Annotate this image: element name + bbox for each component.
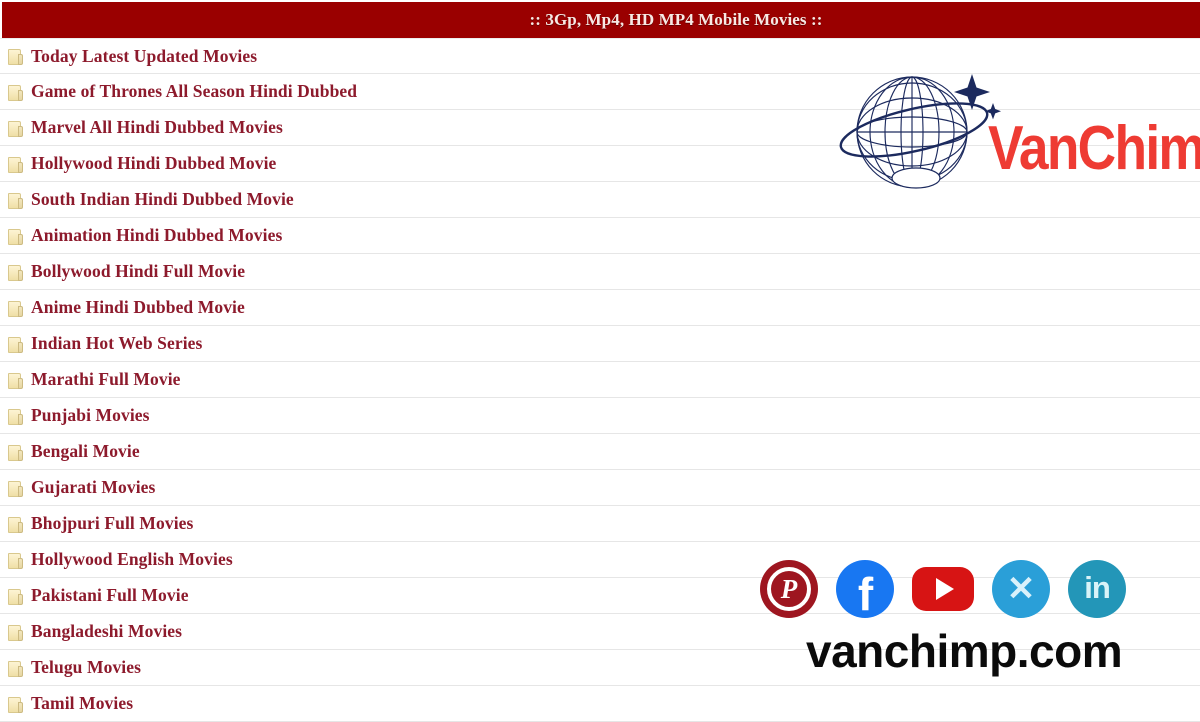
list-item-label: Bhojpuri Full Movies: [31, 513, 194, 533]
list-item[interactable]: Bangladeshi Movies: [0, 614, 1200, 650]
list-item-label: Bollywood Hindi Full Movie: [31, 261, 246, 281]
folder-icon: [8, 696, 23, 713]
folder-icon: [8, 192, 23, 209]
list-item[interactable]: Bengali Movie: [0, 434, 1200, 470]
list-item[interactable]: Gujarati Movies: [0, 470, 1200, 506]
list-item[interactable]: Bhojpuri Full Movies: [0, 506, 1200, 542]
list-item-label: Today Latest Updated Movies: [31, 45, 258, 66]
header-bar-container: :: 3Gp, Mp4, HD MP4 Mobile Movies ::: [0, 0, 1200, 38]
list-item-label: Animation Hindi Dubbed Movies: [31, 225, 283, 245]
folder-icon: [8, 156, 23, 173]
list-item-label: Marvel All Hindi Dubbed Movies: [31, 117, 283, 137]
list-item[interactable]: Tamil Movies: [0, 686, 1200, 722]
list-item-label: Bengali Movie: [31, 441, 140, 461]
list-item-label: Pakistani Full Movie: [31, 585, 189, 605]
list-item[interactable]: Hollywood Hindi Dubbed Movie: [0, 146, 1200, 182]
folder-icon: [8, 480, 23, 497]
list-item-label: Hollywood Hindi Dubbed Movie: [31, 153, 277, 173]
folder-icon: [8, 228, 23, 245]
folder-icon: [8, 516, 23, 533]
folder-icon: [8, 300, 23, 317]
folder-icon: [8, 408, 23, 425]
folder-icon: [8, 264, 23, 281]
list-item[interactable]: Punjabi Movies: [0, 398, 1200, 434]
folder-icon: [8, 84, 23, 101]
folder-icon: [8, 336, 23, 353]
list-item-label: Indian Hot Web Series: [31, 333, 203, 353]
folder-icon: [8, 48, 23, 65]
folder-icon: [8, 660, 23, 677]
list-item-label: Marathi Full Movie: [31, 369, 181, 389]
page-title: :: 3Gp, Mp4, HD MP4 Mobile Movies ::: [529, 10, 823, 29]
list-item[interactable]: Pakistani Full Movie: [0, 578, 1200, 614]
list-item[interactable]: Marathi Full Movie: [0, 362, 1200, 398]
list-item-label: Anime Hindi Dubbed Movie: [31, 297, 245, 317]
list-item-label: South Indian Hindi Dubbed Movie: [31, 189, 294, 209]
folder-icon: [8, 444, 23, 461]
list-item[interactable]: Today Latest Updated Movies: [0, 38, 1200, 74]
folder-icon: [8, 624, 23, 641]
list-item-label: Tamil Movies: [31, 693, 134, 713]
list-item-label: Punjabi Movies: [31, 405, 150, 425]
category-list: Today Latest Updated Movies Game of Thron…: [0, 38, 1200, 722]
list-item-label: Bangladeshi Movies: [31, 621, 183, 641]
folder-icon: [8, 552, 23, 569]
folder-icon: [8, 588, 23, 605]
list-item-label: Hollywood English Movies: [31, 549, 233, 569]
list-item[interactable]: Game of Thrones All Season Hindi Dubbed: [0, 74, 1200, 110]
list-item[interactable]: Hollywood English Movies: [0, 542, 1200, 578]
header-bar: :: 3Gp, Mp4, HD MP4 Mobile Movies ::: [2, 2, 1200, 38]
list-item[interactable]: Anime Hindi Dubbed Movie: [0, 290, 1200, 326]
list-item-label: Game of Thrones All Season Hindi Dubbed: [31, 81, 358, 101]
list-item[interactable]: Marvel All Hindi Dubbed Movies: [0, 110, 1200, 146]
list-item[interactable]: South Indian Hindi Dubbed Movie: [0, 182, 1200, 218]
folder-icon: [8, 372, 23, 389]
list-item-label: Gujarati Movies: [31, 477, 156, 497]
list-item[interactable]: Indian Hot Web Series: [0, 326, 1200, 362]
list-item[interactable]: Bollywood Hindi Full Movie: [0, 254, 1200, 290]
list-item-label: Telugu Movies: [31, 657, 142, 677]
list-item[interactable]: Animation Hindi Dubbed Movies: [0, 218, 1200, 254]
folder-icon: [8, 120, 23, 137]
list-item[interactable]: Telugu Movies: [0, 650, 1200, 686]
